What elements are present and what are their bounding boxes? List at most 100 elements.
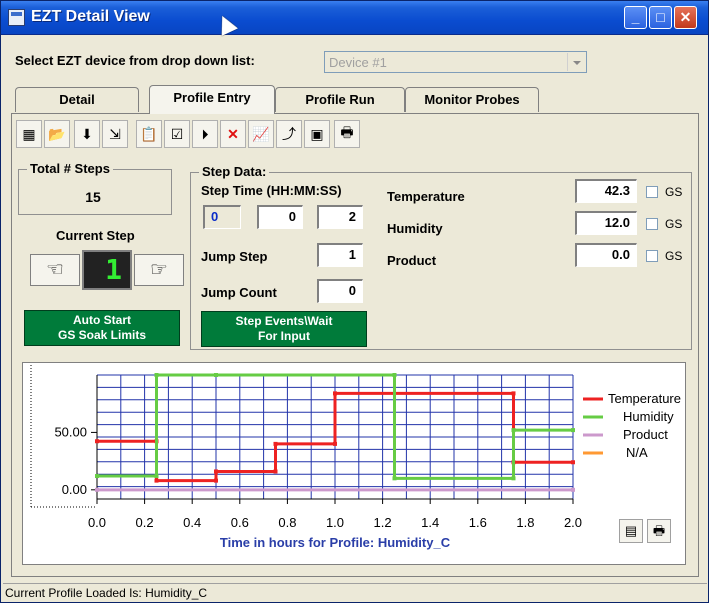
step-events-line2: For Input bbox=[258, 329, 310, 343]
current-step-display: 1 bbox=[82, 250, 132, 290]
data-point bbox=[571, 460, 575, 465]
device-select-label: Select EZT device from drop down list: bbox=[15, 53, 255, 68]
minimize-button[interactable]: _ bbox=[624, 6, 647, 29]
data-point bbox=[95, 487, 99, 492]
step-data-group: Step Data: Step Time (HH:MM:SS) 0 0 2 Ju… bbox=[190, 164, 692, 350]
app-icon bbox=[8, 9, 25, 26]
calculator-icon[interactable]: ▦ bbox=[16, 120, 42, 148]
tab-monitor-probes[interactable]: Monitor Probes bbox=[405, 87, 539, 112]
data-point bbox=[154, 474, 159, 479]
x-tick-label: 0.4 bbox=[183, 515, 201, 530]
upload-icon[interactable]: ⤴ bbox=[276, 120, 302, 148]
legend-label: Temperature bbox=[608, 391, 681, 406]
delete-icon[interactable]: ✕ bbox=[220, 120, 246, 148]
temperature-gs-label: GS bbox=[665, 185, 683, 199]
chart-export-icon[interactable]: ▤ bbox=[619, 519, 643, 543]
temperature-label: Temperature bbox=[387, 189, 465, 204]
total-steps-group: Total # Steps 15 bbox=[18, 161, 172, 215]
data-point bbox=[333, 391, 337, 396]
jump-count-input[interactable]: 0 bbox=[317, 279, 363, 303]
x-tick-label: 1.6 bbox=[469, 515, 487, 530]
temperature-gs-checkbox[interactable] bbox=[646, 186, 658, 198]
title-bar[interactable]: EZT Detail View _ □ ✕ bbox=[1, 1, 708, 36]
x-tick-label: 0.2 bbox=[136, 515, 154, 530]
status-bar: Current Profile Loaded Is: Humidity_C bbox=[3, 583, 707, 601]
product-label: Product bbox=[387, 253, 437, 268]
maximize-button[interactable]: □ bbox=[649, 6, 672, 29]
next-step-button[interactable]: ☞ bbox=[134, 254, 184, 286]
window-title: EZT Detail View bbox=[31, 8, 150, 25]
step-events-wait-button[interactable]: Step Events\Wait For Input bbox=[201, 311, 367, 347]
data-point bbox=[95, 474, 99, 479]
previous-step-button[interactable]: ☜ bbox=[30, 254, 80, 286]
x-tick-label: 1.4 bbox=[421, 515, 439, 530]
tab-profile-entry[interactable]: Profile Entry bbox=[149, 85, 275, 114]
jump-step-input[interactable]: 1 bbox=[317, 243, 363, 267]
product-gs-label: GS bbox=[665, 249, 683, 263]
jump-count-label: Jump Count bbox=[201, 285, 277, 300]
data-point bbox=[392, 373, 397, 377]
clipboard-icon[interactable]: 📋 bbox=[136, 120, 162, 148]
step-time-hh-input[interactable]: 0 bbox=[203, 205, 241, 229]
step-time-mm-input[interactable]: 0 bbox=[257, 205, 303, 229]
y-tick-label: 50.00 bbox=[54, 424, 87, 439]
humidity-gs-label: GS bbox=[665, 217, 683, 231]
temperature-input[interactable]: 42.3 bbox=[575, 179, 637, 203]
total-steps-title: Total # Steps bbox=[27, 161, 113, 176]
product-input[interactable]: 0.0 bbox=[575, 243, 637, 267]
auto-start-gs-soak-button[interactable]: Auto Start GS Soak Limits bbox=[24, 310, 180, 346]
total-steps-value: 15 bbox=[85, 189, 101, 205]
x-tick-label: 1.0 bbox=[326, 515, 344, 530]
ezt-detail-window: EZT Detail View _ □ ✕ Select EZT device … bbox=[0, 0, 709, 603]
legend-label: Humidity bbox=[623, 409, 674, 424]
checklist-icon[interactable]: ☑ bbox=[164, 120, 190, 148]
folder-open-icon[interactable]: 📂 bbox=[44, 120, 70, 148]
data-point bbox=[154, 478, 159, 483]
data-point bbox=[214, 478, 218, 483]
chart-print-icon[interactable]: 🖶 bbox=[647, 519, 671, 543]
tab-profile-run[interactable]: Profile Run bbox=[275, 87, 405, 112]
humidity-gs-checkbox[interactable] bbox=[646, 218, 658, 230]
x-tick-label: 0.6 bbox=[231, 515, 249, 530]
step-time-ss-input[interactable]: 2 bbox=[317, 205, 363, 229]
auto-start-line2: GS Soak Limits bbox=[57, 328, 147, 342]
profile-entry-panel: ▦ 📂 ⬇ ⇲ 📋 ☑ ⏵ ✕ 📈 ⤴ ▣ 🖶 Total # Steps 15… bbox=[11, 113, 699, 577]
data-point bbox=[273, 441, 278, 446]
data-point bbox=[95, 439, 99, 444]
x-axis-label: Time in hours for Profile: Humidity_C bbox=[220, 535, 451, 550]
auto-start-line1: Auto Start bbox=[73, 313, 131, 327]
device-dropdown-value: Device #1 bbox=[329, 55, 387, 70]
x-tick-label: 0.0 bbox=[88, 515, 106, 530]
product-gs-checkbox[interactable] bbox=[646, 250, 658, 262]
data-point bbox=[511, 428, 516, 433]
legend-label: Product bbox=[623, 427, 668, 442]
data-point bbox=[214, 469, 218, 474]
x-tick-label: 0.8 bbox=[278, 515, 296, 530]
chevron-down-icon[interactable] bbox=[567, 53, 585, 71]
chart-icon[interactable]: 📈 bbox=[248, 120, 274, 148]
close-button[interactable]: ✕ bbox=[674, 6, 697, 29]
jump-step-label: Jump Step bbox=[201, 249, 268, 264]
step-events-line1: Step Events\Wait bbox=[235, 314, 333, 328]
profile-chart-svg: 0.0 0.2 0.4 0.6 0.8 1.0 1.2 1.4 1.6 1.8 2.0 50.00 0.… bbox=[30, 365, 681, 550]
humidity-input[interactable]: 12.0 bbox=[575, 211, 637, 235]
data-point bbox=[392, 476, 397, 481]
device-dropdown[interactable]: Device #1 bbox=[324, 51, 587, 73]
sd-card-icon[interactable]: ▣ bbox=[304, 120, 330, 148]
play-step-icon[interactable]: ⏵ bbox=[192, 120, 218, 148]
step-time-label: Step Time (HH:MM:SS) bbox=[201, 183, 342, 198]
print-icon[interactable]: 🖶 bbox=[334, 120, 360, 148]
data-point bbox=[333, 441, 337, 446]
export-icon[interactable]: ⇲ bbox=[102, 120, 128, 148]
download-icon[interactable]: ⬇ bbox=[74, 120, 100, 148]
x-tick-label: 1.2 bbox=[374, 515, 392, 530]
y-tick-label: 0.00 bbox=[62, 482, 87, 497]
data-point bbox=[511, 476, 516, 481]
legend-label: N/A bbox=[626, 445, 648, 460]
data-point bbox=[511, 391, 516, 396]
data-point bbox=[214, 373, 218, 377]
data-point bbox=[154, 373, 159, 377]
tab-detail[interactable]: Detail bbox=[15, 87, 139, 112]
mouse-cursor-icon bbox=[214, 12, 238, 36]
current-step-title: Current Step bbox=[56, 228, 135, 243]
